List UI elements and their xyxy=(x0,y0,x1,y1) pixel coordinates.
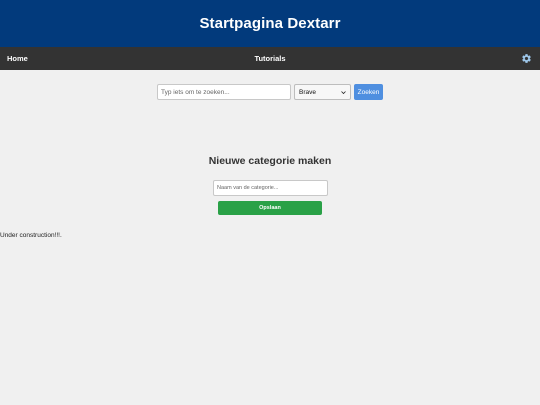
category-name-input[interactable] xyxy=(213,180,328,196)
search-engine-select[interactable]: Brave xyxy=(294,84,351,100)
nav-tutorials-link[interactable]: Tutorials xyxy=(254,54,285,63)
save-category-button[interactable]: Opslaan xyxy=(218,201,322,215)
nav-home-link[interactable]: Home xyxy=(7,47,28,70)
construction-notice: Under construction!!!. xyxy=(0,232,62,239)
nav-tutorials-container: Tutorials xyxy=(0,47,540,70)
chevron-down-icon xyxy=(341,91,346,95)
gear-icon[interactable] xyxy=(521,53,532,64)
navbar: Home Tutorials xyxy=(0,47,540,70)
search-input[interactable] xyxy=(157,84,291,100)
page-title: Startpagina Dextarr xyxy=(199,15,341,32)
page-header: Startpagina Dextarr xyxy=(0,0,540,47)
new-category-heading: Nieuwe categorie maken xyxy=(208,155,332,167)
search-button[interactable]: Zoeken xyxy=(354,84,383,100)
search-engine-selected: Brave xyxy=(299,88,316,96)
